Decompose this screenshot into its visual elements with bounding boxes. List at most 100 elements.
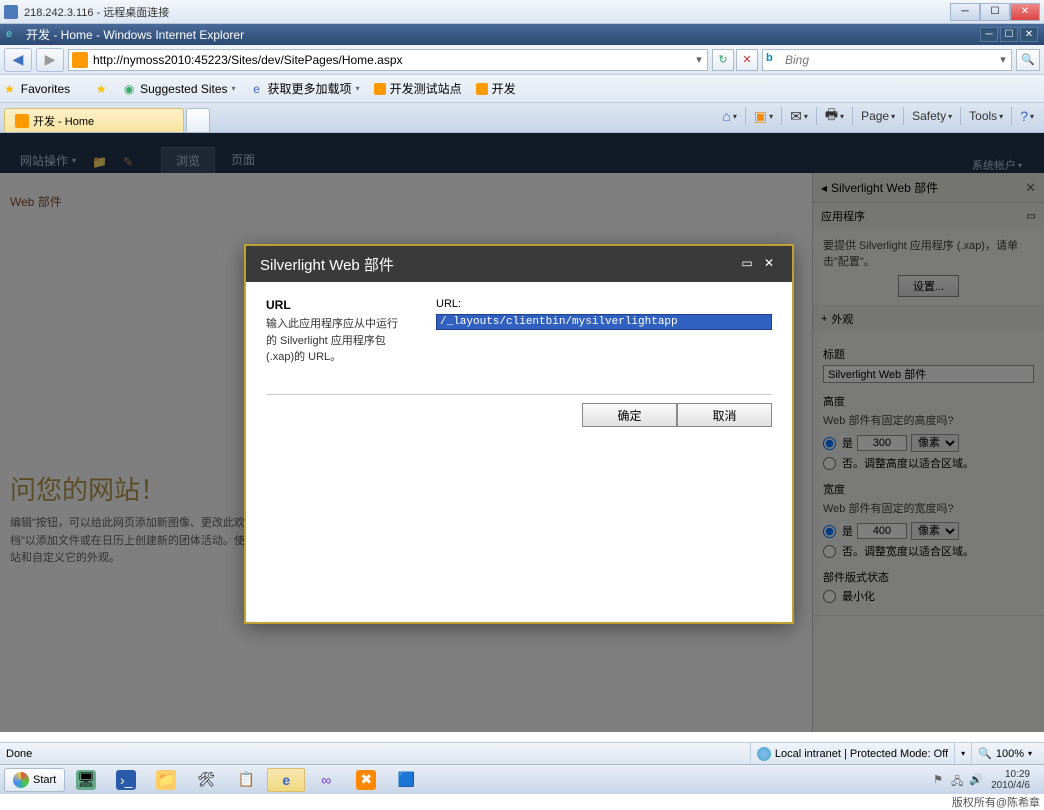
- zoom-segment[interactable]: 🔍 100% ▾: [971, 743, 1038, 764]
- dialog-titlebar: Silverlight Web 部件 ▭ ✕: [246, 246, 792, 282]
- title-field-label: 标题: [823, 346, 1034, 362]
- width-yes-radio[interactable]: [823, 525, 836, 538]
- tools-menu[interactable]: Tools▾: [969, 109, 1003, 123]
- width-question: Web 部件有固定的宽度吗?: [823, 500, 1034, 516]
- account-menu[interactable]: 系统帐户 ▾: [972, 157, 1032, 173]
- taskbar-server-manager[interactable]: 🖥: [67, 768, 105, 792]
- ribbon-tab-browse[interactable]: 浏览: [161, 147, 215, 173]
- height-value-input[interactable]: [857, 435, 907, 451]
- chevron-left-icon[interactable]: ◂: [821, 181, 827, 195]
- tray-network-icon[interactable]: 🖧: [951, 773, 965, 787]
- chrome-state-label: 部件版式状态: [823, 569, 1034, 585]
- width-value-input[interactable]: [857, 523, 907, 539]
- expand-icon: +: [821, 313, 827, 325]
- page-icon: [72, 52, 88, 68]
- ie-minimize-button[interactable]: ─: [980, 27, 998, 42]
- panel-title: Silverlight Web 部件: [831, 179, 938, 196]
- forward-button[interactable]: ▶: [36, 48, 64, 72]
- height-yes-radio[interactable]: [823, 437, 836, 450]
- url-section-desc: 输入此应用程序应从中运行的 Silverlight 应用程序包(.xap)的 U…: [266, 316, 406, 366]
- tray-flag-icon[interactable]: ⚑: [933, 773, 947, 787]
- ie-tab-bar: 开发 - Home ⌂▾ ▣▾ ✉▾ 🖶▾ Page▾ Safety▾ Tool…: [0, 103, 1044, 133]
- dialog-maximize-button[interactable]: ▭: [738, 256, 756, 272]
- ie-title-text: 开发 - Home - Windows Internet Explorer: [26, 26, 980, 43]
- site-actions-menu[interactable]: 网站操作 ▾: [12, 148, 84, 173]
- minimize-label: 最小化: [842, 588, 875, 604]
- height-unit-select[interactable]: 像素: [911, 434, 959, 452]
- favorites-star-icon[interactable]: ★: [4, 82, 15, 96]
- safety-menu[interactable]: Safety▾: [912, 109, 952, 123]
- feeds-button[interactable]: ▣▾: [754, 108, 773, 125]
- width-no-label: 否。调整宽度以适合区域。: [842, 543, 974, 559]
- silverlight-url-dialog: Silverlight Web 部件 ▭ ✕ URL 输入此应用程序应从中运行的…: [244, 244, 794, 624]
- rdp-close-button[interactable]: ✕: [1010, 3, 1040, 21]
- rdp-minimize-button[interactable]: ─: [950, 3, 980, 21]
- page-menu[interactable]: Page▾: [861, 109, 895, 123]
- taskbar-app4[interactable]: 🟦: [387, 768, 425, 792]
- taskbar-app2[interactable]: 📋: [227, 768, 265, 792]
- search-input[interactable]: [785, 53, 995, 67]
- dev-site-link[interactable]: 开发: [472, 78, 520, 99]
- taskbar-ie[interactable]: e: [267, 768, 305, 792]
- edit-button[interactable]: ✎: [115, 151, 141, 173]
- suggested-sites-link[interactable]: ◉Suggested Sites▾: [118, 80, 239, 98]
- protected-mode-segment[interactable]: ▾: [954, 743, 971, 764]
- url-input[interactable]: [436, 314, 772, 330]
- start-button[interactable]: Start: [4, 768, 65, 792]
- search-dropdown[interactable]: ▾: [995, 53, 1011, 66]
- url-field-label: URL:: [436, 298, 772, 310]
- minimize-radio[interactable]: [823, 590, 836, 603]
- search-button[interactable]: 🔍: [1016, 49, 1040, 71]
- back-button[interactable]: ◀: [4, 48, 32, 72]
- get-more-addons-link[interactable]: e获取更多加载项▾: [246, 78, 364, 99]
- print-button[interactable]: 🖶▾: [825, 104, 844, 128]
- windows-taskbar: Start 🖥 ›_ 📁 🛠 📋 e ∞ ✖ 🟦 ⚑ 🖧 🔊 10:29 201…: [0, 764, 1044, 794]
- refresh-button[interactable]: ↻: [712, 49, 734, 71]
- panel-close-button[interactable]: ✕: [1025, 180, 1036, 196]
- webpart-properties-panel: ◂ Silverlight Web 部件 ✕ 应用程序▭ 要提供 Silverl…: [812, 173, 1044, 732]
- configure-button[interactable]: 设置...: [898, 275, 959, 297]
- favorites-label[interactable]: Favorites: [21, 82, 70, 96]
- address-dropdown[interactable]: ▾: [691, 53, 707, 66]
- security-zone-segment[interactable]: Local intranet | Protected Mode: Off: [750, 743, 954, 764]
- width-no-radio[interactable]: [823, 545, 836, 558]
- system-tray: ⚑ 🖧 🔊 10:29 2010/4/6: [927, 769, 1040, 791]
- section-application-header[interactable]: 应用程序▭: [813, 203, 1044, 229]
- taskbar-app1[interactable]: 🛠: [187, 768, 225, 792]
- zone-text: Local intranet | Protected Mode: Off: [775, 748, 948, 760]
- section-appearance-header[interactable]: +外观: [813, 306, 1044, 332]
- rdp-maximize-button[interactable]: ☐: [980, 3, 1010, 21]
- taskbar-visualstudio[interactable]: ∞: [307, 768, 345, 792]
- height-no-radio[interactable]: [823, 457, 836, 470]
- add-favorite-button[interactable]: ★: [90, 80, 112, 98]
- url-section-heading: URL: [266, 298, 406, 312]
- status-text: Done: [6, 748, 750, 760]
- height-yes-label: 是: [842, 435, 853, 451]
- navigate-up-button[interactable]: 📁: [84, 151, 115, 173]
- help-button[interactable]: ?▾: [1020, 108, 1034, 124]
- dialog-close-button[interactable]: ✕: [760, 256, 778, 272]
- dev-test-site-link[interactable]: 开发测试站点: [370, 78, 466, 99]
- stop-button[interactable]: ✕: [736, 49, 758, 71]
- home-button[interactable]: ⌂▾: [722, 108, 736, 124]
- cancel-button[interactable]: 取消: [677, 403, 772, 427]
- tray-volume-icon[interactable]: 🔊: [969, 773, 983, 787]
- ie-status-bar: Done Local intranet | Protected Mode: Of…: [0, 742, 1044, 764]
- title-input[interactable]: [823, 365, 1034, 383]
- width-unit-select[interactable]: 像素: [911, 522, 959, 540]
- ie-close-button[interactable]: ✕: [1020, 27, 1038, 42]
- taskbar-explorer[interactable]: 📁: [147, 768, 185, 792]
- ok-button[interactable]: 确定: [582, 403, 677, 427]
- ribbon-tab-page[interactable]: 页面: [217, 147, 269, 173]
- ie-maximize-button[interactable]: ☐: [1000, 27, 1018, 42]
- taskbar-powershell[interactable]: ›_: [107, 768, 145, 792]
- browser-tab[interactable]: 开发 - Home: [4, 108, 184, 132]
- address-input-wrap: ▾: [68, 49, 708, 71]
- taskbar-app3[interactable]: ✖: [347, 768, 385, 792]
- mail-button[interactable]: ✉▾: [790, 108, 808, 125]
- command-bar: ⌂▾ ▣▾ ✉▾ 🖶▾ Page▾ Safety▾ Tools▾ ?▾: [722, 104, 1040, 132]
- taskbar-clock[interactable]: 10:29 2010/4/6: [987, 769, 1034, 791]
- new-tab-button[interactable]: [186, 108, 210, 132]
- ie-address-bar: ◀ ▶ ▾ ↻ ✕ b ▾ 🔍: [0, 45, 1044, 75]
- address-input[interactable]: [91, 53, 691, 67]
